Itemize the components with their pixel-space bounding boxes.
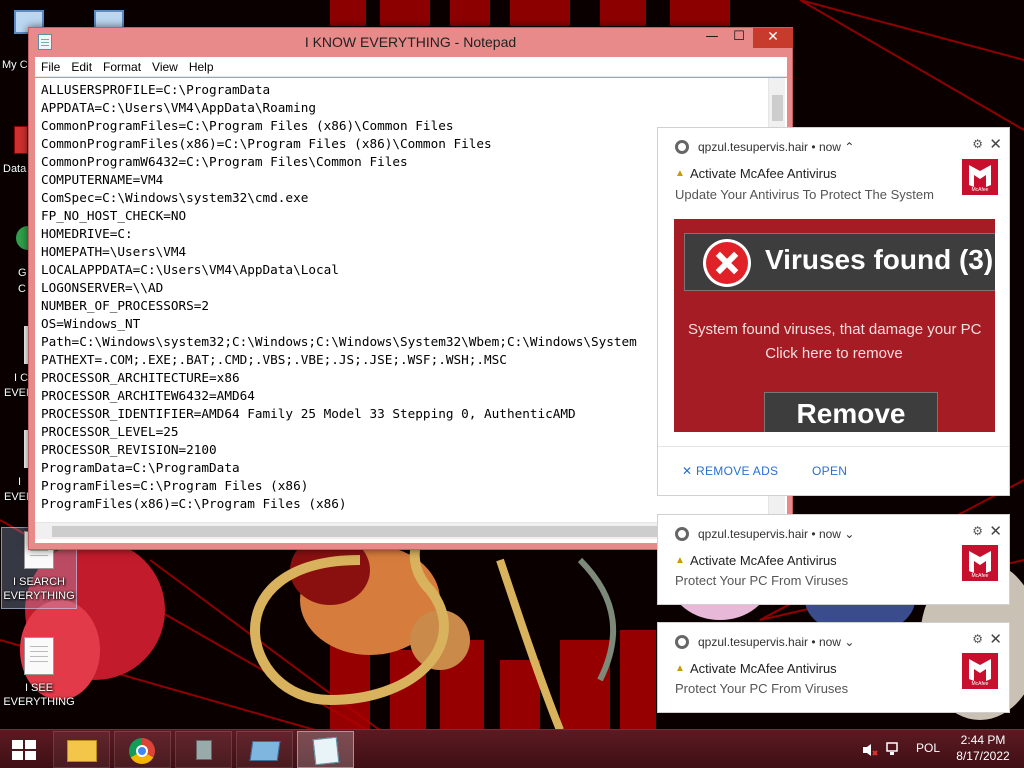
open-button[interactable]: OPEN — [812, 464, 847, 478]
close-icon[interactable]: ✕ — [989, 522, 1002, 540]
mcafee-logo-text: McAfee — [971, 573, 989, 579]
icon-label-partial: I C — [14, 372, 29, 384]
taskbar-chrome[interactable] — [114, 731, 171, 768]
icon-label-partial: I — [18, 476, 22, 488]
desktop-icon-label: I SEE EVERYTHING — [3, 682, 75, 708]
remote-desktop-icon — [249, 741, 281, 761]
notepad-icon — [312, 736, 340, 766]
mcafee-logo-text: McAfee — [971, 187, 989, 193]
virus-alert-image[interactable]: Viruses found (3) System found viruses, … — [674, 219, 995, 432]
notification-title: Activate McAfee Antivirus — [690, 553, 837, 568]
alert-heading: Viruses found (3) — [765, 244, 994, 275]
chrome-icon — [675, 140, 689, 154]
mcafee-logo: McAfee — [962, 653, 998, 689]
notification-body: Update Your Antivirus To Protect The Sys… — [675, 187, 934, 202]
maximize-button[interactable]: ☐ — [726, 28, 752, 48]
document-icon — [21, 637, 57, 679]
taskbar-network-app[interactable] — [175, 731, 232, 768]
desktop-icon-label: I SEARCH EVERYTHING — [3, 576, 75, 602]
network-app-icon — [196, 740, 212, 760]
chevron-down-icon[interactable]: ⌄ — [844, 527, 854, 541]
menu-bar: File Edit Format View Help — [35, 57, 787, 77]
notification-source-line: qpzul.tesupervis.hair • now ⌄ — [698, 635, 855, 649]
taskbar-file-explorer[interactable] — [53, 731, 110, 768]
notification-title: Activate McAfee Antivirus — [690, 661, 837, 676]
menu-format[interactable]: Format — [97, 57, 146, 74]
text-line[interactable]: ALLUSERSPROFILE=C:\ProgramData — [41, 81, 787, 99]
folder-icon — [67, 740, 97, 762]
notification-time: now — [818, 635, 841, 649]
clock-time[interactable]: 2:44 PM — [956, 733, 1010, 747]
notification-time: now — [818, 527, 841, 541]
volume-muted-icon[interactable] — [862, 742, 878, 756]
error-icon — [703, 239, 751, 287]
windows-logo-icon — [12, 740, 36, 760]
notification-source-line: qpzul.tesupervis.hair • now ⌄ — [698, 527, 855, 541]
icon-label-partial: C — [18, 283, 26, 295]
menu-view[interactable]: View — [146, 57, 183, 74]
notification-body: Protect Your PC From Viruses — [675, 681, 849, 696]
chrome-icon — [675, 527, 689, 541]
alert-cta-text: Click here to remove — [765, 345, 903, 362]
chevron-up-icon[interactable]: ⌃ — [844, 140, 854, 154]
start-button[interactable] — [0, 731, 48, 768]
network-icon[interactable] — [886, 741, 902, 757]
close-icon[interactable]: ✕ — [989, 135, 1002, 153]
desktop-icon-i-see-everything[interactable]: I SEE EVERYTHING — [1, 634, 77, 716]
notification-source: qpzul.tesupervis.hair — [698, 140, 809, 154]
taskbar-remote-desktop[interactable] — [236, 731, 293, 768]
menu-edit[interactable]: Edit — [65, 57, 97, 74]
chrome-icon — [16, 226, 28, 250]
close-button[interactable]: ✕ — [753, 28, 793, 48]
notification-source: qpzul.tesupervis.hair — [698, 527, 809, 541]
scrollbar-thumb[interactable] — [772, 95, 783, 121]
warning-icon: ▲ — [675, 555, 685, 566]
chrome-icon — [675, 635, 689, 649]
mcafee-logo: McAfee — [962, 545, 998, 581]
gear-icon[interactable]: ⚙ — [972, 137, 983, 151]
notification-mcafee-3[interactable]: qpzul.tesupervis.hair • now ⌄ ⚙ ✕ ▲ Acti… — [657, 622, 1010, 713]
notification-virus-alert[interactable]: qpzul.tesupervis.hair • now ⌃ ⚙ ✕ ▲ Acti… — [657, 127, 1010, 496]
clock-date[interactable]: 8/17/2022 — [952, 749, 1014, 763]
notification-source-line: qpzul.tesupervis.hair • now ⌃ — [698, 140, 855, 154]
text-line[interactable]: ProgramFiles(x86)=C:\Program Files (x86) — [41, 495, 787, 513]
taskbar-notepad[interactable] — [297, 731, 354, 768]
gear-icon[interactable]: ⚙ — [972, 632, 983, 646]
menu-file[interactable]: File — [35, 57, 65, 74]
close-icon[interactable]: ✕ — [989, 630, 1002, 648]
alert-message: System found viruses, that damage your P… — [688, 321, 982, 338]
notification-time: now — [818, 140, 841, 154]
menu-help[interactable]: Help — [183, 57, 219, 74]
remove-ads-button[interactable]: ✕ REMOVE ADS — [682, 464, 778, 478]
window-titlebar[interactable]: I KNOW EVERYTHING - Notepad — ☐ ✕ — [29, 28, 793, 57]
notification-source: qpzul.tesupervis.hair — [698, 635, 809, 649]
icon-label-partial: G — [18, 267, 27, 279]
data-icon — [14, 126, 28, 154]
notification-title: Activate McAfee Antivirus — [690, 166, 837, 181]
chevron-down-icon[interactable]: ⌄ — [844, 635, 854, 649]
alert-banner: Viruses found (3) — [684, 233, 995, 291]
text-line[interactable]: APPDATA=C:\Users\VM4\AppData\Roaming — [41, 99, 787, 117]
gear-icon[interactable]: ⚙ — [972, 524, 983, 538]
notification-mcafee-2[interactable]: qpzul.tesupervis.hair • now ⌄ ⚙ ✕ ▲ Acti… — [657, 514, 1010, 605]
mcafee-logo: McAfee — [962, 159, 998, 195]
divider — [658, 446, 1009, 447]
language-indicator[interactable]: POL — [916, 741, 940, 755]
taskbar: POL 2:44 PM 8/17/2022 — [0, 729, 1024, 768]
minimize-button[interactable]: — — [699, 28, 725, 48]
chrome-icon — [129, 738, 155, 764]
window-title: I KNOW EVERYTHING - Notepad — [304, 34, 517, 50]
close-icon: ✕ — [682, 464, 693, 478]
icon-label-partial: Data — [3, 163, 27, 175]
warning-icon: ▲ — [675, 168, 685, 179]
scrollbar-thumb[interactable] — [52, 526, 692, 537]
warning-icon: ▲ — [675, 663, 685, 674]
icon-label-partial: My C — [2, 59, 28, 71]
notification-body: Protect Your PC From Viruses — [675, 573, 849, 588]
remove-ads-label: REMOVE ADS — [696, 464, 779, 478]
remove-button[interactable]: Remove — [764, 392, 938, 432]
mcafee-logo-text: McAfee — [971, 681, 989, 687]
